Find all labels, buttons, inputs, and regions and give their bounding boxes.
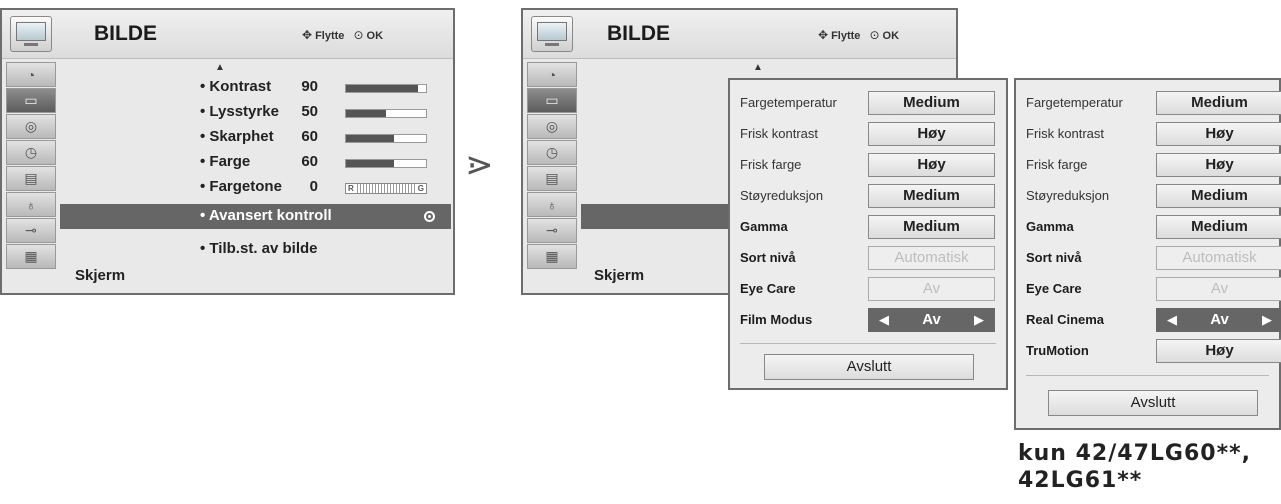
fresh-color-value[interactable]: Høy	[868, 153, 995, 177]
trumotion-value[interactable]: Høy	[1156, 339, 1281, 363]
gamma-row[interactable]: Gamma Medium	[1016, 213, 1281, 240]
fresh-color-row[interactable]: Frisk farge Høy	[730, 151, 1006, 178]
model-note: kun 42/47LG60**, 42LG61**	[1018, 441, 1251, 493]
picture-menu-panel: BILDE ✥ Flytte ⊙ OK ◔ ▭ ◎ ◷ ▤ ♁ ⊸ ▦ ▲ • Ko…	[0, 8, 455, 295]
time-icon[interactable]: ◷	[6, 140, 56, 165]
category-sidebar: ◔ ▭ ◎ ◷ ▤ ♁ ⊸ ▦	[6, 62, 58, 270]
advanced-control-item[interactable]: • Avansert kontroll	[60, 204, 451, 229]
film-mode-row[interactable]: Film Modus ◀ Av ▶	[730, 306, 1006, 333]
setup-icon[interactable]: ◔	[527, 62, 577, 87]
screen-label-2[interactable]: Skjerm	[594, 267, 644, 284]
sharpness-bar[interactable]	[345, 134, 427, 143]
black-level-value: Automatisk	[1156, 246, 1281, 270]
gamma-value[interactable]: Medium	[1156, 215, 1281, 239]
color-item[interactable]: • Farge 60	[200, 153, 440, 175]
usb-icon[interactable]: ▦	[527, 244, 577, 269]
fresh-color-row[interactable]: Frisk farge Høy	[1016, 151, 1281, 178]
contrast-fill	[346, 85, 418, 92]
scroll-up-icon[interactable]: ▲	[215, 62, 225, 73]
noise-reduction-row[interactable]: Støyreduksjon Medium	[1016, 182, 1281, 209]
exit-button[interactable]: Avslutt	[1048, 390, 1258, 416]
gamma-row[interactable]: Gamma Medium	[730, 213, 1006, 240]
fresh-contrast-value[interactable]: Høy	[868, 122, 995, 146]
noise-reduction-row[interactable]: Støyreduksjon Medium	[730, 182, 1006, 209]
color-fill	[346, 160, 394, 167]
eye-care-value: Av	[1156, 277, 1281, 301]
lock-icon[interactable]: ♁	[6, 192, 56, 217]
exit-button[interactable]: Avslutt	[764, 354, 974, 380]
divider	[1026, 375, 1269, 376]
fresh-color-value[interactable]: Høy	[1156, 153, 1281, 177]
noise-reduction-value[interactable]: Medium	[1156, 184, 1281, 208]
gamma-value[interactable]: Medium	[868, 215, 995, 239]
lock-icon[interactable]: ♁	[527, 192, 577, 217]
color-temperature-row[interactable]: Fargetemperatur Medium	[730, 89, 1006, 116]
menu-title-2: BILDE	[607, 22, 670, 45]
menu-header: BILDE ✥ Flytte ⊙ OK	[2, 10, 453, 59]
option-icon[interactable]: ▤	[6, 166, 56, 191]
ok-button-icon: ⊙	[353, 28, 364, 42]
real-cinema-value[interactable]: ◀ Av ▶	[1156, 308, 1281, 332]
picture-icon[interactable]: ▭	[527, 88, 577, 113]
divider	[740, 343, 996, 344]
film-mode-value[interactable]: ◀ Av ▶	[868, 308, 995, 332]
menu-title: BILDE	[94, 22, 157, 45]
time-icon[interactable]: ◷	[527, 140, 577, 165]
color-temperature-value[interactable]: Medium	[1156, 91, 1281, 115]
arrow-left-icon[interactable]: ◀	[879, 309, 889, 331]
color-bar[interactable]	[345, 159, 427, 168]
tv-icon	[10, 16, 52, 52]
advanced-control-item-bg	[581, 204, 731, 229]
trumotion-row[interactable]: TruMotion Høy	[1016, 337, 1281, 364]
arrow-right-icon[interactable]: ▶	[1262, 309, 1272, 331]
eye-care-row[interactable]: Eye Care Av	[730, 275, 1006, 302]
color-temperature-value[interactable]: Medium	[868, 91, 995, 115]
real-cinema-row[interactable]: Real Cinema ◀ Av ▶	[1016, 306, 1281, 333]
tint-item[interactable]: • Fargetone 0 R G	[200, 178, 440, 200]
eye-care-row[interactable]: Eye Care Av	[1016, 275, 1281, 302]
navigation-hint-2: ✥ Flytte ⊙ OK	[818, 28, 900, 42]
fresh-contrast-row[interactable]: Frisk kontrast Høy	[730, 120, 1006, 147]
sharpness-fill	[346, 135, 394, 142]
fresh-contrast-row[interactable]: Frisk kontrast Høy	[1016, 120, 1281, 147]
audio-icon[interactable]: ◎	[6, 114, 56, 139]
contrast-bar[interactable]	[345, 84, 427, 93]
fresh-contrast-value[interactable]: Høy	[1156, 122, 1281, 146]
screen-label[interactable]: Skjerm	[75, 267, 125, 284]
tint-bar[interactable]: R G	[345, 183, 427, 194]
brightness-bar[interactable]	[345, 109, 427, 118]
eye-care-value: Av	[868, 277, 995, 301]
select-indicator-icon	[424, 211, 435, 222]
noise-reduction-value[interactable]: Medium	[868, 184, 995, 208]
option-icon[interactable]: ▤	[527, 166, 577, 191]
navigation-hint: ✥ Flytte ⊙ OK	[302, 28, 384, 42]
setup-icon[interactable]: ◔	[6, 62, 56, 87]
sharpness-item[interactable]: • Skarphet 60	[200, 128, 440, 150]
step-arrow-icon: ⋗	[465, 146, 494, 184]
advanced-control-popup: Fargetemperatur Medium Frisk kontrast Hø…	[728, 78, 1008, 390]
move-arrows-icon: ✥	[818, 28, 829, 42]
input-icon[interactable]: ⊸	[6, 218, 56, 243]
black-level-value: Automatisk	[868, 246, 995, 270]
picture-reset-item[interactable]: • Tilb.st. av bilde	[200, 240, 318, 262]
brightness-fill	[346, 110, 386, 117]
brightness-item[interactable]: • Lysstyrke 50	[200, 103, 440, 125]
menu-header-2: BILDE ✥ Flytte ⊙ OK	[523, 10, 956, 59]
scroll-up-icon[interactable]: ▲	[753, 62, 763, 73]
ok-button-icon: ⊙	[869, 28, 880, 42]
usb-icon[interactable]: ▦	[6, 244, 56, 269]
advanced-control-popup-lg60: Fargetemperatur Medium Frisk kontrast Hø…	[1014, 78, 1281, 430]
arrow-left-icon[interactable]: ◀	[1167, 309, 1177, 331]
contrast-item[interactable]: • Kontrast 90	[200, 78, 440, 100]
picture-icon[interactable]: ▭	[6, 88, 56, 113]
audio-icon[interactable]: ◎	[527, 114, 577, 139]
move-arrows-icon: ✥	[302, 28, 313, 42]
category-sidebar-2: ◔ ▭ ◎ ◷ ▤ ♁ ⊸ ▦	[527, 62, 579, 270]
input-icon[interactable]: ⊸	[527, 218, 577, 243]
black-level-row[interactable]: Sort nivå Automatisk	[730, 244, 1006, 271]
arrow-right-icon[interactable]: ▶	[974, 309, 984, 331]
tv-icon	[531, 16, 573, 52]
color-temperature-row[interactable]: Fargetemperatur Medium	[1016, 89, 1281, 116]
black-level-row[interactable]: Sort nivå Automatisk	[1016, 244, 1281, 271]
